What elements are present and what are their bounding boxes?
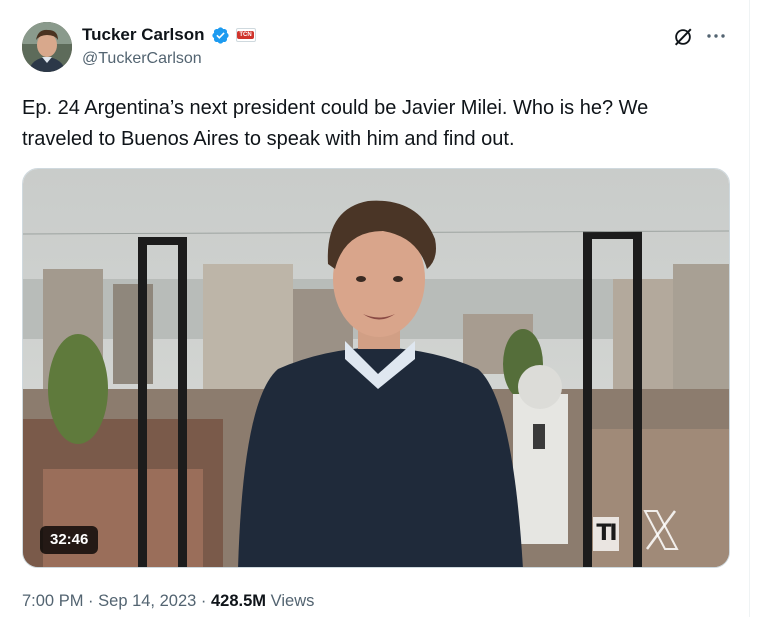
display-name[interactable]: Tucker Carlson (82, 25, 205, 45)
handle[interactable]: @TuckerCarlson (82, 50, 256, 68)
tweet-metadata: 7:00 PM · Sep 14, 2023 · 428.5M Views (22, 592, 314, 611)
more-icon[interactable] (704, 24, 728, 48)
video-thumbnail (23, 169, 729, 567)
meta-separator: · (200, 592, 207, 610)
timestamp-time[interactable]: 7:00 PM (22, 592, 83, 610)
affiliate-badge-label: TCN (237, 31, 254, 39)
affiliate-badge[interactable]: TCN (235, 28, 256, 42)
meta-separator: · (88, 592, 94, 610)
timestamp-date[interactable]: Sep 14, 2023 (98, 592, 196, 610)
avatar[interactable] (22, 22, 72, 72)
video-duration: 32:46 (40, 526, 99, 554)
tweet-header: Tucker Carlson TCN @TuckerCarlson (22, 22, 732, 74)
verified-badge-icon[interactable] (211, 26, 230, 45)
author-names: Tucker Carlson TCN @TuckerCarlson (82, 24, 256, 68)
tweet-text: Ep. 24 Argentina’s next president could … (22, 97, 649, 150)
tcn-watermark: TI (593, 517, 619, 551)
views-count[interactable]: 428.5M (211, 592, 266, 610)
timeline-right-border (749, 0, 759, 617)
profile-photo-icon (22, 22, 72, 72)
views-label: Views (270, 592, 315, 610)
video-player[interactable]: 32:46 TI (22, 168, 730, 568)
grok-icon[interactable] (672, 26, 694, 48)
x-logo-watermark-icon (643, 510, 679, 550)
